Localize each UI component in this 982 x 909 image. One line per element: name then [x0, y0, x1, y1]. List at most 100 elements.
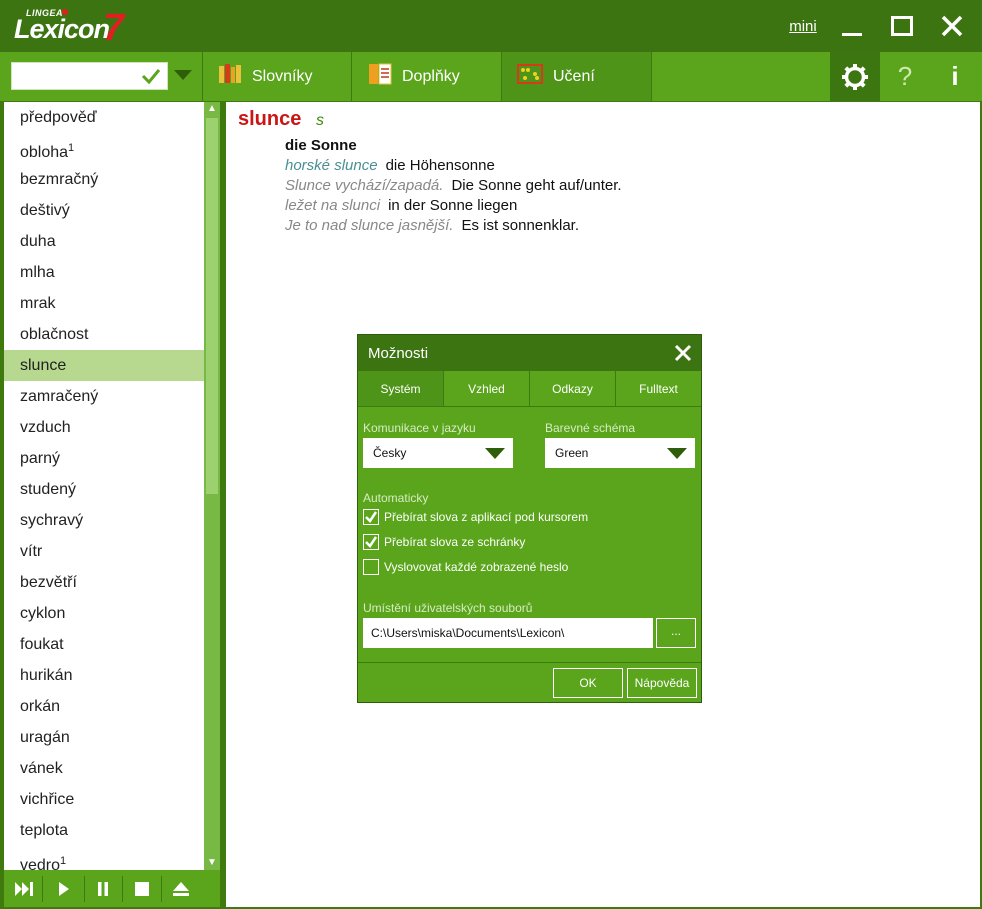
tab-dictionaries-label: Slovníky — [252, 67, 313, 85]
maximize-button[interactable] — [886, 10, 918, 42]
language-label: Komunikace v jazyku — [363, 421, 476, 435]
close-icon[interactable] — [673, 343, 693, 363]
checkbox-row[interactable]: Přebírat slova ze schránky — [363, 534, 525, 550]
list-item[interactable]: bezmračný — [4, 164, 204, 195]
eject-button[interactable] — [168, 878, 194, 900]
eject-icon — [173, 882, 189, 896]
list-item[interactable]: vánek — [4, 753, 204, 784]
checkbox-label: Přebírat slova z aplikací pod kursorem — [384, 510, 589, 524]
checkbox-row[interactable]: Přebírat slova z aplikací pod kursorem — [363, 509, 588, 525]
list-item[interactable]: foukat — [4, 629, 204, 660]
abacus-icon — [517, 64, 543, 89]
tab-links[interactable]: Odkazy — [530, 371, 616, 407]
checkbox-pronounce[interactable] — [363, 559, 379, 575]
toolbar-divider — [651, 52, 652, 101]
automatic-label: Automaticky — [363, 491, 429, 505]
tab-appearance[interactable]: Vzhled — [444, 371, 530, 407]
close-button[interactable] — [936, 10, 968, 42]
scroll-thumb[interactable] — [206, 118, 218, 494]
tab-addons[interactable]: Doplňky — [368, 52, 498, 101]
entry-body: die Sonne horské slunce die Höhensonne Sl… — [285, 136, 622, 236]
play-all-button[interactable] — [12, 878, 38, 900]
maximize-icon — [891, 16, 913, 36]
list-item[interactable]: vichřice — [4, 784, 204, 815]
list-item[interactable]: mlha — [4, 257, 204, 288]
browse-button[interactable]: ... — [656, 618, 696, 648]
language-select[interactable]: Česky — [363, 438, 513, 468]
list-item-label: vedro — [20, 857, 61, 870]
pause-button[interactable] — [90, 878, 116, 900]
checkmark-icon[interactable] — [141, 67, 161, 85]
list-item-label: mlha — [20, 264, 55, 281]
list-item[interactable]: duha — [4, 226, 204, 257]
search-history-dropdown[interactable] — [174, 70, 192, 80]
tab-dictionaries[interactable]: Slovníky — [218, 52, 348, 101]
list-item[interactable]: oblačnost — [4, 319, 204, 350]
dialog-tabs: Systém Vzhled Odkazy Fulltext — [358, 371, 701, 407]
gear-icon — [842, 63, 868, 90]
list-item[interactable]: cyklon — [4, 598, 204, 629]
list-item[interactable]: hurikán — [4, 660, 204, 691]
ok-button[interactable]: OK — [553, 668, 623, 698]
list-item[interactable]: zamračený — [4, 381, 204, 412]
chevron-down-icon — [667, 448, 687, 459]
checkbox-row[interactable]: Vyslovovat každé zobrazené heslo — [363, 559, 568, 575]
checkbox-capture-cursor[interactable] — [363, 509, 379, 525]
homonym-number: 1 — [68, 142, 75, 154]
books-icon — [218, 64, 242, 89]
dialog-help-button[interactable]: Nápověda — [627, 668, 697, 698]
help-button[interactable]: ? — [880, 52, 930, 101]
mini-mode-button[interactable]: mini — [786, 10, 820, 42]
list-item-label: zamračený — [20, 388, 99, 405]
user-files-path-input[interactable] — [363, 618, 653, 648]
play-button[interactable] — [51, 878, 77, 900]
options-dialog: Možnosti Systém Vzhled Odkazy Fulltext K… — [357, 334, 702, 703]
chevron-down-icon — [485, 448, 505, 459]
scroll-up-arrow[interactable]: ▲ — [204, 102, 220, 116]
color-scheme-select[interactable]: Green — [545, 438, 695, 468]
search-input[interactable] — [12, 63, 136, 89]
info-button[interactable]: i — [930, 52, 980, 101]
list-item-label: bezvětří — [20, 574, 77, 591]
example-german: Es ist sonnenklar. — [461, 217, 579, 234]
list-item[interactable]: slunce — [4, 350, 204, 381]
example-czech: ležet na slunci — [285, 197, 381, 214]
list-item[interactable]: deštivý — [4, 195, 204, 226]
list-item-label: předpověď — [20, 109, 97, 126]
list-item[interactable]: studený — [4, 474, 204, 505]
list-item[interactable]: uragán — [4, 722, 204, 753]
minimize-button[interactable] — [836, 10, 868, 42]
list-item[interactable]: vzduch — [4, 412, 204, 443]
list-item-label: vichřice — [20, 791, 75, 808]
list-item[interactable]: orkán — [4, 691, 204, 722]
tab-addons-label: Doplňky — [402, 67, 460, 85]
notebook-icon — [368, 63, 392, 90]
list-item[interactable]: obloha1 — [4, 133, 204, 164]
audio-divider — [84, 876, 85, 902]
list-item[interactable]: parný — [4, 443, 204, 474]
list-item[interactable]: vedro1 — [4, 846, 204, 870]
settings-button[interactable] — [830, 52, 880, 101]
list-item[interactable]: sychravý — [4, 505, 204, 536]
list-item[interactable]: předpověď — [4, 102, 204, 133]
list-item[interactable]: vítr — [4, 536, 204, 567]
list-item-label: slunce — [20, 357, 67, 374]
audio-controls — [4, 870, 220, 907]
homonym-number: 1 — [60, 855, 67, 867]
example-czech-link[interactable]: horské slunce — [285, 157, 378, 174]
list-item[interactable]: bezvětří — [4, 567, 204, 598]
list-item[interactable]: teplota — [4, 815, 204, 846]
close-icon — [941, 15, 963, 37]
word-list-scrollbar[interactable]: ▲ ▼ — [204, 102, 220, 870]
tab-learning[interactable]: Učení — [502, 52, 651, 101]
checkbox-capture-clipboard[interactable] — [363, 534, 379, 550]
scroll-down-arrow[interactable]: ▼ — [204, 856, 220, 870]
dialog-footer-divider — [358, 662, 701, 663]
tab-system[interactable]: Systém — [358, 371, 444, 407]
tab-fulltext[interactable]: Fulltext — [616, 371, 701, 407]
list-item[interactable]: mrak — [4, 288, 204, 319]
logo-version: 7 — [103, 7, 125, 49]
dialog-title-bar[interactable]: Možnosti — [358, 335, 701, 371]
stop-button[interactable] — [129, 878, 155, 900]
dialog-title: Možnosti — [368, 345, 429, 362]
